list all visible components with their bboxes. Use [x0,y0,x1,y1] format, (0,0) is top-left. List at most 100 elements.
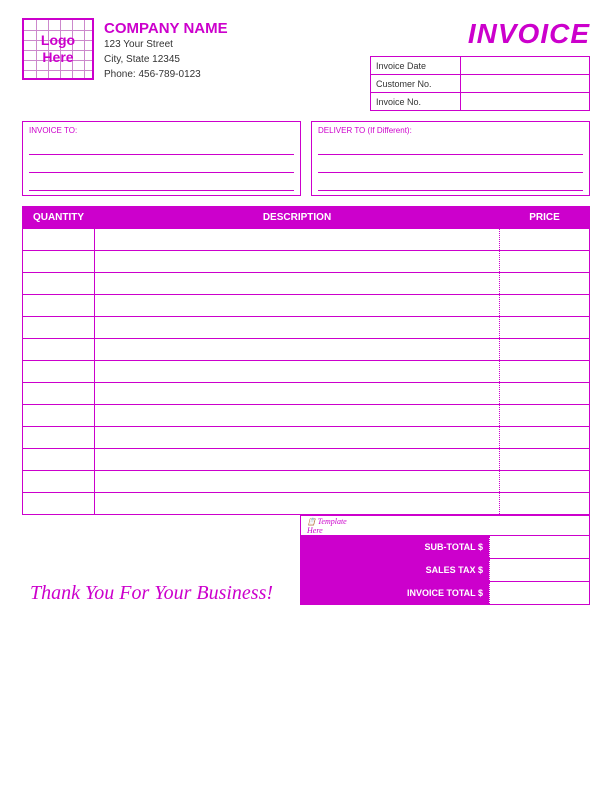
table-row [23,361,590,383]
invoice-to-box: INVOICE TO: [22,121,301,196]
desc-cell-2[interactable] [95,273,500,295]
qty-cell-12[interactable] [23,493,95,515]
deliver-to-line1[interactable] [318,139,583,155]
col-description: DESCRIPTION [95,207,500,229]
deliver-to-box: DELIVER TO (If Different): [311,121,590,196]
invoice-fields-table: Invoice Date Customer No. Invoice No. [370,56,590,111]
invoice-title: INVOICE [468,18,590,50]
qty-cell-2[interactable] [23,273,95,295]
company-name: COMPANY NAME [104,20,228,37]
desc-cell-8[interactable] [95,405,500,427]
col-price: PRICE [500,207,590,229]
desc-cell-3[interactable] [95,295,500,317]
desc-cell-9[interactable] [95,427,500,449]
subtotal-value[interactable] [489,536,589,558]
salestax-label: SALES TAX $ [301,559,489,581]
table-row [23,273,590,295]
invoice-date-label: Invoice Date [371,57,461,75]
table-row [23,317,590,339]
totals-mini-logo: 📋 TemplateHere [307,517,347,535]
customer-no-label: Customer No. [371,75,461,93]
table-row [23,493,590,515]
table-row [23,405,590,427]
price-cell-6[interactable] [500,361,590,383]
address-line1: 123 Your Street [104,37,228,52]
customer-no-value[interactable] [460,75,589,93]
invoice-to-lines [29,137,294,191]
deliver-to-line3[interactable] [318,175,583,191]
price-cell-5[interactable] [500,339,590,361]
desc-cell-7[interactable] [95,383,500,405]
qty-cell-3[interactable] [23,295,95,317]
deliver-to-lines [318,137,583,191]
desc-cell-0[interactable] [95,229,500,251]
price-cell-10[interactable] [500,449,590,471]
price-cell-1[interactable] [500,251,590,273]
table-header-row: QUANTITY DESCRIPTION PRICE [23,207,590,229]
desc-cell-6[interactable] [95,361,500,383]
price-cell-9[interactable] [500,427,590,449]
table-row [23,339,590,361]
price-cell-4[interactable] [500,317,590,339]
invoicetotal-label: INVOICE TOTAL $ [301,582,489,604]
table-row [23,427,590,449]
qty-cell-4[interactable] [23,317,95,339]
desc-cell-10[interactable] [95,449,500,471]
qty-cell-7[interactable] [23,383,95,405]
footer-section: Thank You For Your Business! 📋 TemplateH… [22,515,590,605]
totals-logo-row: 📋 TemplateHere [300,515,590,535]
qty-cell-10[interactable] [23,449,95,471]
table-row [23,229,590,251]
salestax-value[interactable] [489,559,589,581]
qty-cell-6[interactable] [23,361,95,383]
invoice-page: Logo Here COMPANY NAME 123 Your Street C… [0,0,612,792]
price-cell-11[interactable] [500,471,590,493]
company-info: COMPANY NAME 123 Your Street City, State… [104,18,228,82]
desc-cell-11[interactable] [95,471,500,493]
invoice-no-value[interactable] [460,93,589,111]
invoice-to-label: INVOICE TO: [29,126,294,135]
header: Logo Here COMPANY NAME 123 Your Street C… [22,18,590,111]
desc-cell-1[interactable] [95,251,500,273]
price-cell-2[interactable] [500,273,590,295]
customer-no-row: Customer No. [371,75,590,93]
invoice-no-row: Invoice No. [371,93,590,111]
invoice-table: QUANTITY DESCRIPTION PRICE [22,206,590,515]
desc-cell-12[interactable] [95,493,500,515]
header-right: INVOICE Invoice Date Customer No. Invoic… [370,18,590,111]
price-cell-7[interactable] [500,383,590,405]
invoicetotal-value[interactable] [489,582,589,604]
totals-section: 📋 TemplateHere SUB-TOTAL $ SALES TAX $ I… [300,515,590,605]
subtotal-row: SUB-TOTAL $ [300,535,590,558]
invoice-rows [23,229,590,515]
invoice-date-value[interactable] [460,57,589,75]
invoice-date-row: Invoice Date [371,57,590,75]
company-address: 123 Your Street City, State 12345 Phone:… [104,37,228,82]
qty-cell-11[interactable] [23,471,95,493]
subtotal-label: SUB-TOTAL $ [301,536,489,558]
table-row [23,295,590,317]
col-quantity: QUANTITY [23,207,95,229]
price-cell-3[interactable] [500,295,590,317]
qty-cell-1[interactable] [23,251,95,273]
price-cell-12[interactable] [500,493,590,515]
invoice-to-line1[interactable] [29,139,294,155]
desc-cell-5[interactable] [95,339,500,361]
header-left: Logo Here COMPANY NAME 123 Your Street C… [22,18,228,82]
address-line3: Phone: 456-789-0123 [104,67,228,82]
qty-cell-5[interactable] [23,339,95,361]
qty-cell-9[interactable] [23,427,95,449]
invoice-to-line2[interactable] [29,157,294,173]
address-line2: City, State 12345 [104,52,228,67]
price-cell-8[interactable] [500,405,590,427]
table-row [23,471,590,493]
qty-cell-8[interactable] [23,405,95,427]
deliver-to-label: DELIVER TO (If Different): [318,126,583,135]
qty-cell-0[interactable] [23,229,95,251]
invoicetotal-row: INVOICE TOTAL $ [300,581,590,605]
deliver-to-line2[interactable] [318,157,583,173]
price-cell-0[interactable] [500,229,590,251]
table-row [23,449,590,471]
invoice-to-line3[interactable] [29,175,294,191]
desc-cell-4[interactable] [95,317,500,339]
